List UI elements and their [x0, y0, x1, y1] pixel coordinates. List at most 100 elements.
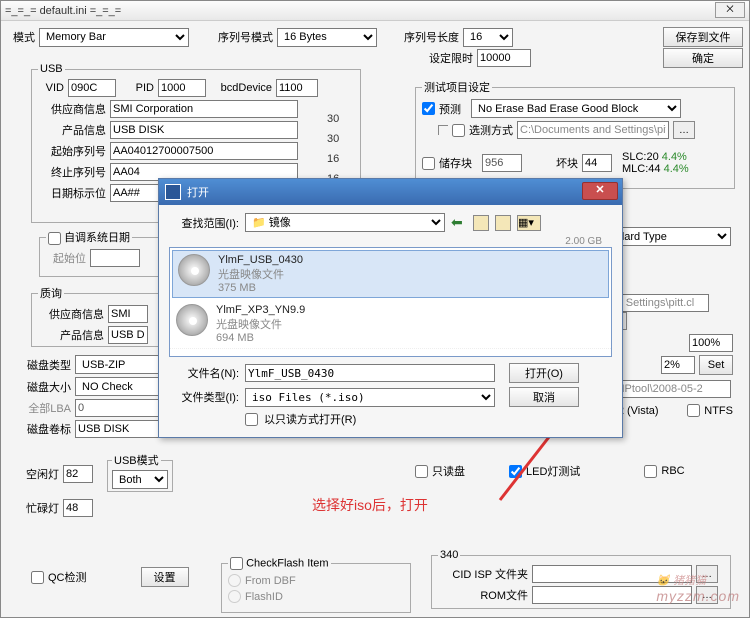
busy-led-label: 忙碌灯 [15, 500, 59, 516]
cancel-button[interactable]: 取消 [509, 387, 579, 407]
store-input [482, 154, 522, 172]
file-list[interactable]: YlmF_USB_0430 光盘映像文件 375 MB YlmF_XP3_YN9… [169, 247, 612, 357]
sidenum-1: 30 [327, 129, 357, 149]
pid-input[interactable] [158, 79, 206, 97]
lookin-label: 查找范围(I): [169, 215, 239, 231]
lookin-row: 查找范围(I): 📁 镜像 ⬅ ▦▾ [169, 213, 612, 232]
ledtest-check[interactable] [509, 465, 522, 478]
usbmode-select[interactable]: Both [112, 470, 168, 489]
sidenum-2: 16 [327, 149, 357, 169]
filename-input[interactable] [245, 364, 495, 382]
file-item-1[interactable]: YlmF_XP3_YN9.9 光盘映像文件 694 MB [170, 300, 611, 349]
main-close-button[interactable]: ⨉ [715, 2, 745, 18]
slc-mlc-block: SLC:20 4.4% MLC:44 4.4% [622, 151, 689, 175]
small-size-hint: 2.00 GB [169, 236, 612, 247]
auto-date-start-label: 起始位 [46, 250, 86, 266]
ledtest-label: LED灯测试 [526, 463, 580, 479]
quality-legend: 质询 [38, 285, 64, 301]
end-sn-label: 终止序列号 [38, 164, 106, 180]
checkflash-legend: CheckFlash Item [246, 557, 329, 569]
open-readonly-check[interactable] [245, 413, 258, 426]
confirm-button[interactable]: 确定 [663, 48, 743, 68]
pct2-input[interactable] [661, 356, 695, 374]
file-name-1: YlmF_XP3_YN9.9 [216, 304, 305, 316]
auto-date-start-input [90, 249, 140, 267]
readonly-label: 只读盘 [432, 463, 465, 479]
pct100-input[interactable] [689, 334, 733, 352]
serial-mode-select[interactable]: 16 Bytes [277, 28, 377, 47]
pretest-check[interactable] [422, 102, 435, 115]
select-way-label: 选测方式 [469, 122, 513, 138]
sidenum-0: 30 [327, 109, 357, 129]
auto-date-legend: 自调系统日期 [64, 232, 130, 244]
amptool-path [605, 380, 731, 398]
pretest-select[interactable]: No Erase Bad Erase Good Block [471, 99, 681, 118]
disk-size-label: 磁盘大小 [15, 379, 71, 395]
readonly-check[interactable] [415, 465, 428, 478]
bcd-input[interactable] [276, 79, 318, 97]
rom-label: ROM文件 [438, 587, 528, 603]
filetype-select[interactable]: iso Files (*.iso) [245, 388, 495, 407]
time-limit-input[interactable] [477, 49, 531, 67]
right-fragments: ndard Type … Set T32 (Vista) NTFS [605, 227, 733, 420]
view-menu-icon[interactable]: ▦▾ [517, 215, 541, 231]
busy-led-input[interactable] [63, 499, 93, 517]
up-folder-icon[interactable] [473, 215, 489, 231]
vid-input[interactable] [68, 79, 116, 97]
checkflash-fieldset: CheckFlash Item From DBF FlashID [221, 557, 411, 613]
ntfs-check[interactable] [687, 404, 700, 417]
store-check[interactable] [422, 157, 435, 170]
rbc-check[interactable] [644, 465, 657, 478]
serial-len-select[interactable]: 16 [463, 28, 513, 47]
qc-set-button[interactable]: 设置 [141, 567, 189, 587]
dialog-toolbar: ⬅ ▦▾ [451, 215, 541, 231]
product-input[interactable] [110, 121, 298, 139]
file-item-0[interactable]: YlmF_USB_0430 光盘映像文件 375 MB [172, 250, 609, 298]
qc-check[interactable] [31, 571, 44, 584]
dialog-close-button[interactable]: ✕ [582, 182, 618, 200]
main-body: 模式 Memory Bar 序列号模式 16 Bytes 序列号长度 16 保存… [1, 21, 749, 77]
usb-side-numbers: 30 30 16 16 [327, 109, 357, 189]
flashid-radio [228, 590, 241, 603]
checkflash-check[interactable] [230, 557, 243, 570]
filename-label: 文件名(N): [169, 365, 239, 381]
file-open-dialog: 打开 ✕ 查找范围(I): 📁 镜像 ⬅ ▦▾ 2.00 GB YlmF_USB… [158, 178, 623, 438]
vid-label: VID [38, 82, 64, 94]
all-lba-label: 全部LBA [15, 400, 71, 416]
pretest-label: 预测 [439, 101, 461, 117]
mode-select[interactable]: Memory Bar [39, 28, 189, 47]
bcd-label: bcdDevice [214, 82, 272, 94]
lookin-select[interactable]: 📁 镜像 [245, 213, 445, 232]
quality-fieldset: 质询 供应商信息 产品信息 [31, 285, 161, 347]
dialog-title: 打开 [187, 184, 209, 200]
select-way-check[interactable] [452, 124, 465, 137]
store-label: 储存块 [439, 155, 472, 171]
open-readonly-label: 以只读方式打开(R) [264, 411, 356, 427]
qc-row: QC检测 设置 [31, 567, 189, 587]
from-dbf-label: From DBF [245, 575, 296, 587]
start-sn-input[interactable] [110, 142, 298, 160]
open-button[interactable]: 打开(O) [509, 363, 579, 383]
select-way-browse-button[interactable]: … [673, 121, 695, 139]
product-label: 产品信息 [38, 122, 106, 138]
ntfs-label: NTFS [704, 405, 733, 417]
q-vendor-input[interactable] [108, 305, 148, 323]
standard-type-select[interactable]: ndard Type [605, 227, 731, 246]
test-fieldset: 测试项目设定 预测 No Erase Bad Erase Good Block … [415, 79, 735, 189]
cid-label: CID ISP 文件夹 [438, 566, 528, 582]
idle-led-label: 空闲灯 [15, 466, 59, 482]
set-button[interactable]: Set [699, 355, 733, 375]
vendor-input[interactable] [110, 100, 298, 118]
idle-led-input[interactable] [63, 465, 93, 483]
disc-icon [176, 304, 208, 336]
bad-input[interactable] [582, 154, 612, 172]
time-limit-label: 设定限时 [415, 50, 473, 66]
save-to-file-button[interactable]: 保存到文件 [663, 27, 743, 47]
auto-date-check[interactable] [48, 232, 61, 245]
q-product-input[interactable] [108, 326, 148, 344]
date-label: 日期标示位 [38, 185, 106, 201]
file-name-0: YlmF_USB_0430 [218, 254, 303, 266]
new-folder-icon[interactable] [495, 215, 511, 231]
pid-label: PID [128, 82, 154, 94]
back-icon[interactable]: ⬅ [451, 215, 467, 231]
